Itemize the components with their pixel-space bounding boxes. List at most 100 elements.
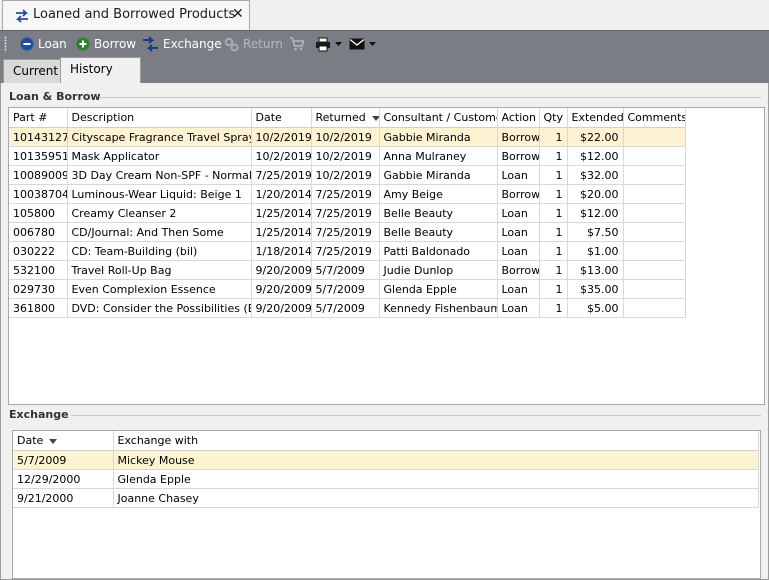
table-cell: Glenda Epple bbox=[113, 469, 759, 489]
table-row[interactable]: 5/7/2009 Mickey Mouse bbox=[13, 450, 759, 470]
table-row[interactable]: 100890093D Day Cream Non-SPF - Normal/Dr… bbox=[9, 165, 686, 185]
table-cell: 9/20/2009 bbox=[251, 279, 312, 299]
exchange-header-row: Date Exchange with bbox=[13, 431, 759, 451]
sort-descending-icon bbox=[371, 115, 378, 121]
loan-label: Loan bbox=[38, 37, 67, 51]
column-header[interactable]: Consultant / Customer bbox=[379, 108, 498, 128]
return-button[interactable]: Return bbox=[224, 35, 283, 53]
table-cell bbox=[623, 165, 686, 185]
table-cell: 532100 bbox=[9, 260, 68, 280]
table-cell: 029730 bbox=[9, 279, 68, 299]
table-cell: Belle Beauty bbox=[379, 203, 498, 223]
column-header[interactable]: Date bbox=[251, 108, 312, 128]
exchange-section-title: Exchange bbox=[9, 408, 69, 421]
table-row[interactable]: 10143127 Cityscape Fragrance Travel Spray… bbox=[9, 127, 686, 147]
table-cell: 030222 bbox=[9, 241, 68, 261]
table-cell: 1 bbox=[539, 203, 568, 223]
column-header[interactable]: Qty bbox=[539, 108, 568, 128]
table-cell: 1 bbox=[539, 241, 568, 261]
table-row[interactable]: 006780 CD/Journal: And Then Some 1/25/2014… bbox=[9, 222, 686, 242]
table-cell: 1 bbox=[539, 127, 568, 147]
table-cell: 9/20/2009 bbox=[251, 298, 312, 318]
table-cell: Luminous-Wear Liquid: Beige 1 bbox=[67, 184, 252, 204]
table-cell bbox=[623, 279, 686, 299]
loan-borrow-section-title: Loan & Borrow bbox=[9, 90, 101, 103]
document-tab[interactable]: Loaned and Borrowed Products ✕ bbox=[2, 0, 250, 30]
table-cell: Borrow bbox=[497, 260, 540, 280]
table-cell: Loan bbox=[497, 279, 540, 299]
exchange-label: Exchange bbox=[163, 37, 222, 51]
table-row[interactable]: 10135951 Mask Applicator 10/2/2019 10/2/201… bbox=[9, 146, 686, 166]
table-cell: 1 bbox=[539, 298, 568, 318]
table-cell: Patti Baldonado bbox=[379, 241, 498, 261]
toolbar-grip[interactable] bbox=[4, 36, 7, 52]
table-cell: 3D Day Cream Non-SPF - Normal/Dry bbox=[67, 165, 252, 185]
column-header[interactable]: Date bbox=[13, 431, 114, 451]
table-cell: $20.00 bbox=[567, 184, 624, 204]
table-row[interactable]: 12/29/2000 Glenda Epple bbox=[13, 469, 759, 489]
table-row[interactable]: 105800 Creamy Cleanser 2 1/25/2014 7/25/201… bbox=[9, 203, 686, 223]
close-tab-icon[interactable]: ✕ bbox=[232, 6, 244, 22]
table-cell: $12.00 bbox=[567, 146, 624, 166]
table-row[interactable]: 532100 Travel Roll-Up Bag 9/20/2009 5/7/200… bbox=[9, 260, 686, 280]
toolbar: Loan Borrow Exchange Return bbox=[0, 30, 769, 56]
table-row[interactable]: 361800 DVD: Consider the Possibilities (B… bbox=[9, 298, 686, 318]
table-cell: $12.00 bbox=[567, 203, 624, 223]
plus-circle-icon bbox=[76, 37, 90, 51]
table-cell: 1/20/2014 bbox=[251, 184, 312, 204]
column-header[interactable]: Extended bbox=[567, 108, 624, 128]
table-cell bbox=[623, 298, 686, 318]
chevron-down-icon bbox=[369, 41, 376, 46]
table-cell: Loan bbox=[497, 165, 540, 185]
column-header[interactable]: Action bbox=[497, 108, 540, 128]
document-tab-title: Loaned and Borrowed Products bbox=[33, 7, 236, 22]
table-cell bbox=[623, 146, 686, 166]
table-cell: 10135951 bbox=[9, 146, 68, 166]
column-header-label: Date bbox=[255, 111, 282, 124]
table-cell bbox=[623, 222, 686, 242]
table-cell: Joanne Chasey bbox=[113, 488, 759, 508]
exchange-button[interactable]: Exchange bbox=[142, 35, 222, 53]
table-row[interactable]: 10038704 Luminous-Wear Liquid: Beige 1 1/2… bbox=[9, 184, 686, 204]
column-header[interactable]: Description bbox=[67, 108, 252, 128]
table-cell: 1 bbox=[539, 260, 568, 280]
loan-borrow-grid[interactable]: Part # Description Date Returned Consultant … bbox=[8, 107, 765, 405]
table-cell: 10038704 bbox=[9, 184, 68, 204]
table-cell: 7/25/2019 bbox=[311, 241, 380, 261]
column-header-label: Consultant / Customer bbox=[383, 111, 497, 124]
table-cell: $13.00 bbox=[567, 260, 624, 280]
table-cell: 105800 bbox=[9, 203, 68, 223]
column-header-label: Extended bbox=[571, 111, 623, 124]
column-header-label: Action bbox=[501, 111, 536, 124]
table-row[interactable]: 029730 Even Complexion Essence 9/20/2009 5/… bbox=[9, 279, 686, 299]
swap-arrows-icon bbox=[14, 8, 30, 24]
print-button[interactable] bbox=[315, 35, 342, 53]
tab-history[interactable]: History bbox=[60, 57, 141, 84]
table-row[interactable]: 9/21/2000 Joanne Chasey bbox=[13, 488, 759, 508]
table-cell: 1/18/2014 bbox=[251, 241, 312, 261]
view-tab-strip: Current History bbox=[0, 56, 769, 84]
loan-button[interactable]: Loan bbox=[20, 35, 67, 53]
column-header[interactable]: Comments bbox=[623, 108, 686, 128]
table-cell: Belle Beauty bbox=[379, 222, 498, 242]
borrow-label: Borrow bbox=[94, 37, 137, 51]
table-cell: Glenda Epple bbox=[379, 279, 498, 299]
table-cell: Travel Roll-Up Bag bbox=[67, 260, 252, 280]
borrow-button[interactable]: Borrow bbox=[76, 35, 136, 53]
column-header[interactable]: Part # bbox=[9, 108, 68, 128]
table-cell: $5.00 bbox=[567, 298, 624, 318]
column-header[interactable]: Exchange with bbox=[113, 431, 759, 451]
column-header[interactable]: Returned bbox=[311, 108, 380, 128]
table-cell: 10143127 bbox=[9, 127, 68, 147]
exchange-grid[interactable]: Date Exchange with 5/7/2009 Mickey Mouse 12… bbox=[12, 430, 761, 579]
table-cell: 1 bbox=[539, 222, 568, 242]
table-cell: Borrow bbox=[497, 146, 540, 166]
cart-button[interactable] bbox=[289, 35, 305, 53]
table-row[interactable]: 030222 CD: Team-Building (bil) 1/18/2014 7/… bbox=[9, 241, 686, 261]
history-panel: Loan & Borrow Part # Description Date Retur… bbox=[0, 83, 769, 580]
table-cell: $32.00 bbox=[567, 165, 624, 185]
table-cell: Gabbie Miranda bbox=[379, 127, 498, 147]
table-cell: 7/25/2019 bbox=[311, 203, 380, 223]
printer-icon bbox=[316, 37, 330, 51]
email-button[interactable] bbox=[349, 35, 376, 53]
